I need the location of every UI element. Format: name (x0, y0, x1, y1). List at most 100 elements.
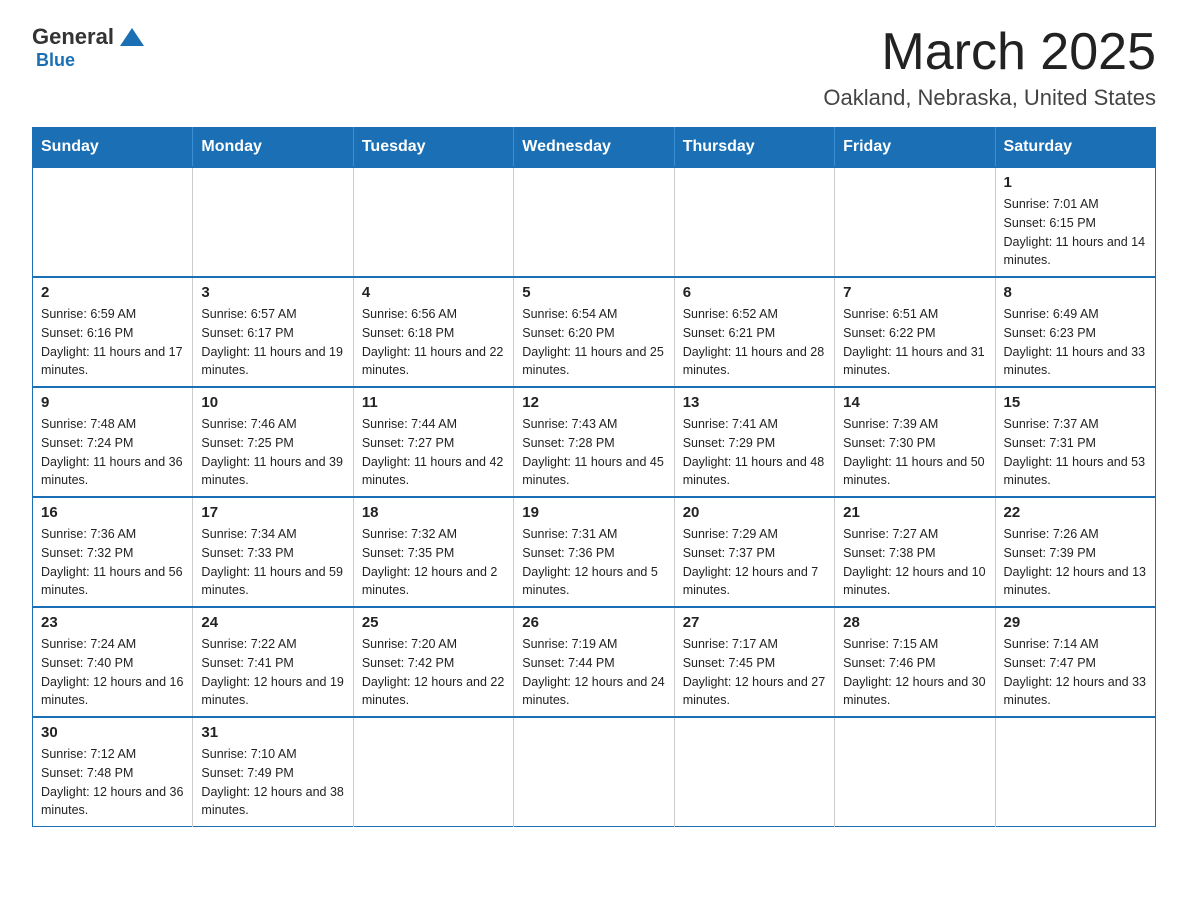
day-number: 10 (201, 394, 344, 411)
day-number: 6 (683, 284, 826, 301)
day-number: 27 (683, 614, 826, 631)
day-header-saturday: Saturday (995, 128, 1155, 168)
day-info: Sunrise: 7:27 AM Sunset: 7:38 PM Dayligh… (843, 525, 986, 600)
day-header-wednesday: Wednesday (514, 128, 674, 168)
calendar-cell: 11 Sunrise: 7:44 AM Sunset: 7:27 PM Dayli… (353, 387, 513, 497)
day-info: Sunrise: 7:41 AM Sunset: 7:29 PM Dayligh… (683, 415, 826, 490)
calendar-week-row: 16 Sunrise: 7:36 AM Sunset: 7:32 PM Dayli… (33, 497, 1156, 607)
calendar-cell: 5 Sunrise: 6:54 AM Sunset: 6:20 PM Daylig… (514, 277, 674, 387)
calendar-week-row: 23Sunrise: 7:24 AM Sunset: 7:40 PM Dayli… (33, 607, 1156, 717)
day-header-friday: Friday (835, 128, 995, 168)
day-number: 16 (41, 504, 184, 521)
calendar-cell: 8 Sunrise: 6:49 AM Sunset: 6:23 PM Daylig… (995, 277, 1155, 387)
day-info: Sunrise: 7:44 AM Sunset: 7:27 PM Dayligh… (362, 415, 505, 490)
day-info: Sunrise: 6:51 AM Sunset: 6:22 PM Dayligh… (843, 305, 986, 380)
calendar-week-row: 9Sunrise: 7:48 AM Sunset: 7:24 PM Daylig… (33, 387, 1156, 497)
day-info: Sunrise: 7:20 AM Sunset: 7:42 PM Dayligh… (362, 635, 505, 710)
month-title: March 2025 (823, 24, 1156, 81)
location: Oakland, Nebraska, United States (823, 85, 1156, 111)
calendar-cell: 20 Sunrise: 7:29 AM Sunset: 7:37 PM Dayli… (674, 497, 834, 607)
day-number: 19 (522, 504, 665, 521)
day-info: Sunrise: 7:39 AM Sunset: 7:30 PM Dayligh… (843, 415, 986, 490)
day-info: Sunrise: 7:22 AM Sunset: 7:41 PM Dayligh… (201, 635, 344, 710)
calendar-cell (514, 717, 674, 827)
day-number: 20 (683, 504, 826, 521)
calendar-week-row: 1Sunrise: 7:01 AM Sunset: 6:15 PM Daylig… (33, 167, 1156, 277)
logo-general-text: General (32, 24, 114, 50)
day-header-tuesday: Tuesday (353, 128, 513, 168)
day-number: 30 (41, 724, 184, 741)
day-number: 17 (201, 504, 344, 521)
calendar-week-row: 2 Sunrise: 6:59 AM Sunset: 6:16 PM Daylig… (33, 277, 1156, 387)
day-info: Sunrise: 6:52 AM Sunset: 6:21 PM Dayligh… (683, 305, 826, 380)
calendar-cell (353, 167, 513, 277)
calendar-cell: 28 Sunrise: 7:15 AM Sunset: 7:46 PM Dayli… (835, 607, 995, 717)
calendar-cell (674, 167, 834, 277)
day-number: 2 (41, 284, 184, 301)
calendar-cell: 29 Sunrise: 7:14 AM Sunset: 7:47 PM Dayli… (995, 607, 1155, 717)
calendar-cell (995, 717, 1155, 827)
day-number: 3 (201, 284, 344, 301)
day-number: 25 (362, 614, 505, 631)
logo-general: General (32, 24, 144, 50)
day-info: Sunrise: 6:59 AM Sunset: 6:16 PM Dayligh… (41, 305, 184, 380)
calendar-cell: 3Sunrise: 6:57 AM Sunset: 6:17 PM Daylig… (193, 277, 353, 387)
calendar-cell (835, 717, 995, 827)
day-info: Sunrise: 7:29 AM Sunset: 7:37 PM Dayligh… (683, 525, 826, 600)
title-block: March 2025 Oakland, Nebraska, United Sta… (823, 24, 1156, 111)
day-info: Sunrise: 7:43 AM Sunset: 7:28 PM Dayligh… (522, 415, 665, 490)
calendar-cell: 14 Sunrise: 7:39 AM Sunset: 7:30 PM Dayli… (835, 387, 995, 497)
day-number: 14 (843, 394, 986, 411)
day-number: 11 (362, 394, 505, 411)
day-info: Sunrise: 7:01 AM Sunset: 6:15 PM Dayligh… (1004, 195, 1147, 270)
calendar-cell: 4Sunrise: 6:56 AM Sunset: 6:18 PM Daylig… (353, 277, 513, 387)
day-number: 8 (1004, 284, 1147, 301)
day-info: Sunrise: 7:36 AM Sunset: 7:32 PM Dayligh… (41, 525, 184, 600)
calendar-cell: 22Sunrise: 7:26 AM Sunset: 7:39 PM Dayli… (995, 497, 1155, 607)
calendar-cell: 30 Sunrise: 7:12 AM Sunset: 7:48 PM Dayli… (33, 717, 193, 827)
day-info: Sunrise: 7:24 AM Sunset: 7:40 PM Dayligh… (41, 635, 184, 710)
calendar-header-row: SundayMondayTuesdayWednesdayThursdayFrid… (33, 128, 1156, 168)
calendar-cell (674, 717, 834, 827)
day-info: Sunrise: 7:48 AM Sunset: 7:24 PM Dayligh… (41, 415, 184, 490)
day-info: Sunrise: 7:15 AM Sunset: 7:46 PM Dayligh… (843, 635, 986, 710)
calendar-cell: 21 Sunrise: 7:27 AM Sunset: 7:38 PM Dayli… (835, 497, 995, 607)
day-header-sunday: Sunday (33, 128, 193, 168)
day-info: Sunrise: 7:46 AM Sunset: 7:25 PM Dayligh… (201, 415, 344, 490)
calendar-cell (33, 167, 193, 277)
day-number: 31 (201, 724, 344, 741)
day-info: Sunrise: 7:32 AM Sunset: 7:35 PM Dayligh… (362, 525, 505, 600)
page-header: General Blue March 2025 Oakland, Nebrask… (32, 24, 1156, 111)
day-number: 21 (843, 504, 986, 521)
day-info: Sunrise: 7:10 AM Sunset: 7:49 PM Dayligh… (201, 745, 344, 820)
day-number: 29 (1004, 614, 1147, 631)
calendar-cell (514, 167, 674, 277)
day-number: 15 (1004, 394, 1147, 411)
calendar-cell: 13 Sunrise: 7:41 AM Sunset: 7:29 PM Dayli… (674, 387, 834, 497)
day-number: 13 (683, 394, 826, 411)
calendar-cell: 12 Sunrise: 7:43 AM Sunset: 7:28 PM Dayli… (514, 387, 674, 497)
day-number: 7 (843, 284, 986, 301)
day-info: Sunrise: 6:54 AM Sunset: 6:20 PM Dayligh… (522, 305, 665, 380)
day-info: Sunrise: 7:14 AM Sunset: 7:47 PM Dayligh… (1004, 635, 1147, 710)
day-info: Sunrise: 7:37 AM Sunset: 7:31 PM Dayligh… (1004, 415, 1147, 490)
day-number: 26 (522, 614, 665, 631)
day-number: 24 (201, 614, 344, 631)
calendar-cell: 10 Sunrise: 7:46 AM Sunset: 7:25 PM Dayli… (193, 387, 353, 497)
day-number: 12 (522, 394, 665, 411)
calendar-cell: 27Sunrise: 7:17 AM Sunset: 7:45 PM Dayli… (674, 607, 834, 717)
day-info: Sunrise: 6:49 AM Sunset: 6:23 PM Dayligh… (1004, 305, 1147, 380)
day-info: Sunrise: 7:34 AM Sunset: 7:33 PM Dayligh… (201, 525, 344, 600)
day-info: Sunrise: 7:19 AM Sunset: 7:44 PM Dayligh… (522, 635, 665, 710)
day-number: 4 (362, 284, 505, 301)
day-number: 5 (522, 284, 665, 301)
day-number: 18 (362, 504, 505, 521)
day-number: 28 (843, 614, 986, 631)
day-number: 22 (1004, 504, 1147, 521)
calendar-cell (193, 167, 353, 277)
day-info: Sunrise: 7:12 AM Sunset: 7:48 PM Dayligh… (41, 745, 184, 820)
day-info: Sunrise: 7:31 AM Sunset: 7:36 PM Dayligh… (522, 525, 665, 600)
calendar-cell: 16 Sunrise: 7:36 AM Sunset: 7:32 PM Dayli… (33, 497, 193, 607)
calendar-cell: 6 Sunrise: 6:52 AM Sunset: 6:21 PM Daylig… (674, 277, 834, 387)
calendar-cell: 15 Sunrise: 7:37 AM Sunset: 7:31 PM Dayli… (995, 387, 1155, 497)
